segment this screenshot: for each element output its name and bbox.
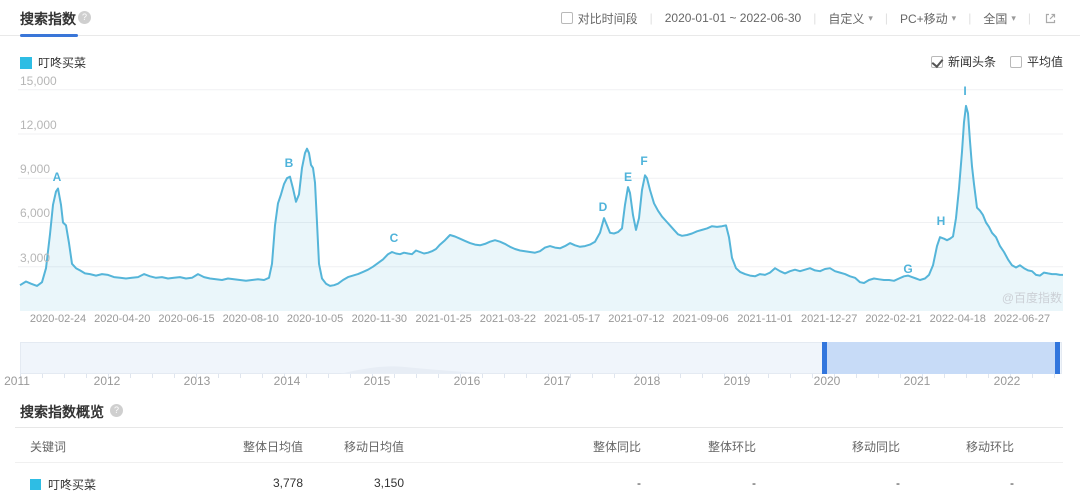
column-header: 整体日均值 <box>243 438 303 455</box>
y-axis-label: 6,000 <box>20 206 50 220</box>
line-chart-plot[interactable] <box>0 37 1080 337</box>
x-axis-label: 2022-04-18 <box>930 313 986 325</box>
x-axis-label: 2020-02-24 <box>30 313 86 325</box>
year-label-2012: 2012 <box>94 374 121 388</box>
divider: | <box>1028 11 1031 25</box>
chevron-down-icon: ▾ <box>868 13 873 24</box>
overview-title: 搜索指数概览 <box>20 402 104 422</box>
peak-label-H[interactable]: H <box>937 214 946 228</box>
compare-checkbox[interactable] <box>561 12 573 24</box>
column-header: 整体环比 <box>708 438 756 455</box>
slider-handle-left[interactable] <box>822 342 827 374</box>
peak-label-D[interactable]: D <box>599 200 608 214</box>
x-axis-label: 2020-10-05 <box>287 313 343 325</box>
column-header: 移动日均值 <box>344 438 404 455</box>
y-axis-label: 12,000 <box>20 118 57 132</box>
year-label-2013: 2013 <box>184 374 211 388</box>
divider <box>15 427 1063 428</box>
column-header: 整体同比 <box>593 438 641 455</box>
export-icon[interactable] <box>1043 11 1058 26</box>
watermark: @百度指数 <box>1002 289 1062 306</box>
divider: | <box>813 11 816 25</box>
peak-label-B[interactable]: B <box>285 156 294 170</box>
x-axis-label: 2021-12-27 <box>801 313 857 325</box>
year-label-2022: 2022 <box>994 374 1021 388</box>
date-range-picker[interactable]: 2020-01-01 ~ 2022-06-30 <box>665 11 801 25</box>
cell-value: - <box>896 476 900 490</box>
baidu-index-page: 搜索指数 ? 对比时间段 | 2020-01-01 ~ 2022-06-30 |… <box>0 0 1080 498</box>
year-label-2015: 2015 <box>364 374 391 388</box>
y-axis-label: 3,000 <box>20 251 50 265</box>
cell-value: - <box>752 476 756 490</box>
peak-label-C[interactable]: C <box>390 231 399 245</box>
divider: | <box>968 11 971 25</box>
peak-label-I[interactable]: I <box>963 84 966 98</box>
peak-label-A[interactable]: A <box>53 170 62 184</box>
chevron-down-icon: ▾ <box>1011 13 1016 24</box>
custom-range-dropdown[interactable]: 自定义 ▾ <box>828 10 873 27</box>
divider <box>15 462 1063 463</box>
x-axis-label: 2021-03-22 <box>480 313 536 325</box>
search-index-chart[interactable]: 叮咚买菜 新闻头条 平均值 3,0006,0009,00012,00015,00… <box>0 37 1080 337</box>
device-dropdown[interactable]: PC+移动 ▾ <box>900 10 956 27</box>
x-axis-label: 2020-04-20 <box>94 313 150 325</box>
search-index-overview: 搜索指数概览 ? 关键词 整体日均值 移动日均值 整体同比 整体环比 移动同比 移动环比 叮… <box>0 394 1080 498</box>
keyword-swatch <box>30 479 41 490</box>
cell-value: 3,150 <box>374 476 404 490</box>
year-label-2017: 2017 <box>544 374 571 388</box>
x-axis-label: 2021-11-01 <box>737 313 792 325</box>
x-axis-label: 2022-06-27 <box>994 313 1050 325</box>
column-header: 移动同比 <box>852 438 900 455</box>
x-axis-label: 2021-05-17 <box>544 313 600 325</box>
compare-label: 对比时间段 <box>578 10 638 27</box>
year-label-2014: 2014 <box>274 374 301 388</box>
y-axis-label: 9,000 <box>20 162 50 176</box>
x-axis-label: 2021-07-12 <box>608 313 664 325</box>
header-controls: 对比时间段 | 2020-01-01 ~ 2022-06-30 | 自定义 ▾ … <box>561 0 1058 36</box>
cell-value: - <box>637 476 641 490</box>
region-dropdown[interactable]: 全国 ▾ <box>983 10 1016 27</box>
x-axis-label: 2020-11-30 <box>352 313 407 325</box>
year-label-2019: 2019 <box>724 374 751 388</box>
column-header: 关键词 <box>30 438 66 455</box>
year-range-slider: 2011 2012 2013 2014 2015 2016 2017 2018 2019 2020… <box>0 338 1080 390</box>
x-axis-label: 2021-01-25 <box>415 313 471 325</box>
peak-label-G[interactable]: G <box>903 262 912 276</box>
chevron-down-icon: ▾ <box>952 13 957 24</box>
peak-label-F[interactable]: F <box>640 154 647 168</box>
year-label-2018: 2018 <box>634 374 661 388</box>
divider: | <box>650 11 653 25</box>
year-label-2016: 2016 <box>454 374 481 388</box>
cell-value: - <box>1010 476 1014 490</box>
keyword-cell[interactable]: 叮咚买菜 <box>30 476 96 493</box>
x-axis-label: 2020-06-15 <box>158 313 214 325</box>
year-label-2021: 2021 <box>904 374 931 388</box>
x-axis-label: 2020-08-10 <box>223 313 279 325</box>
slider-handle-right[interactable] <box>1055 342 1060 374</box>
cell-value: 3,778 <box>273 476 303 490</box>
x-axis-label: 2021-09-06 <box>673 313 729 325</box>
keyword-text: 叮咚买菜 <box>48 476 96 493</box>
compare-period-toggle[interactable]: 对比时间段 <box>561 10 638 27</box>
slider-selection[interactable] <box>824 342 1058 374</box>
header-bar: 搜索指数 ? 对比时间段 | 2020-01-01 ~ 2022-06-30 |… <box>0 0 1080 36</box>
year-label-2020: 2020 <box>814 374 841 388</box>
help-icon[interactable]: ? <box>78 11 91 24</box>
year-label-2011: 2011 <box>4 374 30 388</box>
tab-search-index[interactable]: 搜索指数 <box>20 9 76 29</box>
divider: | <box>885 11 888 25</box>
column-header: 移动环比 <box>966 438 1014 455</box>
y-axis-label: 15,000 <box>20 74 57 88</box>
help-icon[interactable]: ? <box>110 404 123 417</box>
peak-label-E[interactable]: E <box>624 170 632 184</box>
x-axis-label: 2022-02-21 <box>865 313 921 325</box>
